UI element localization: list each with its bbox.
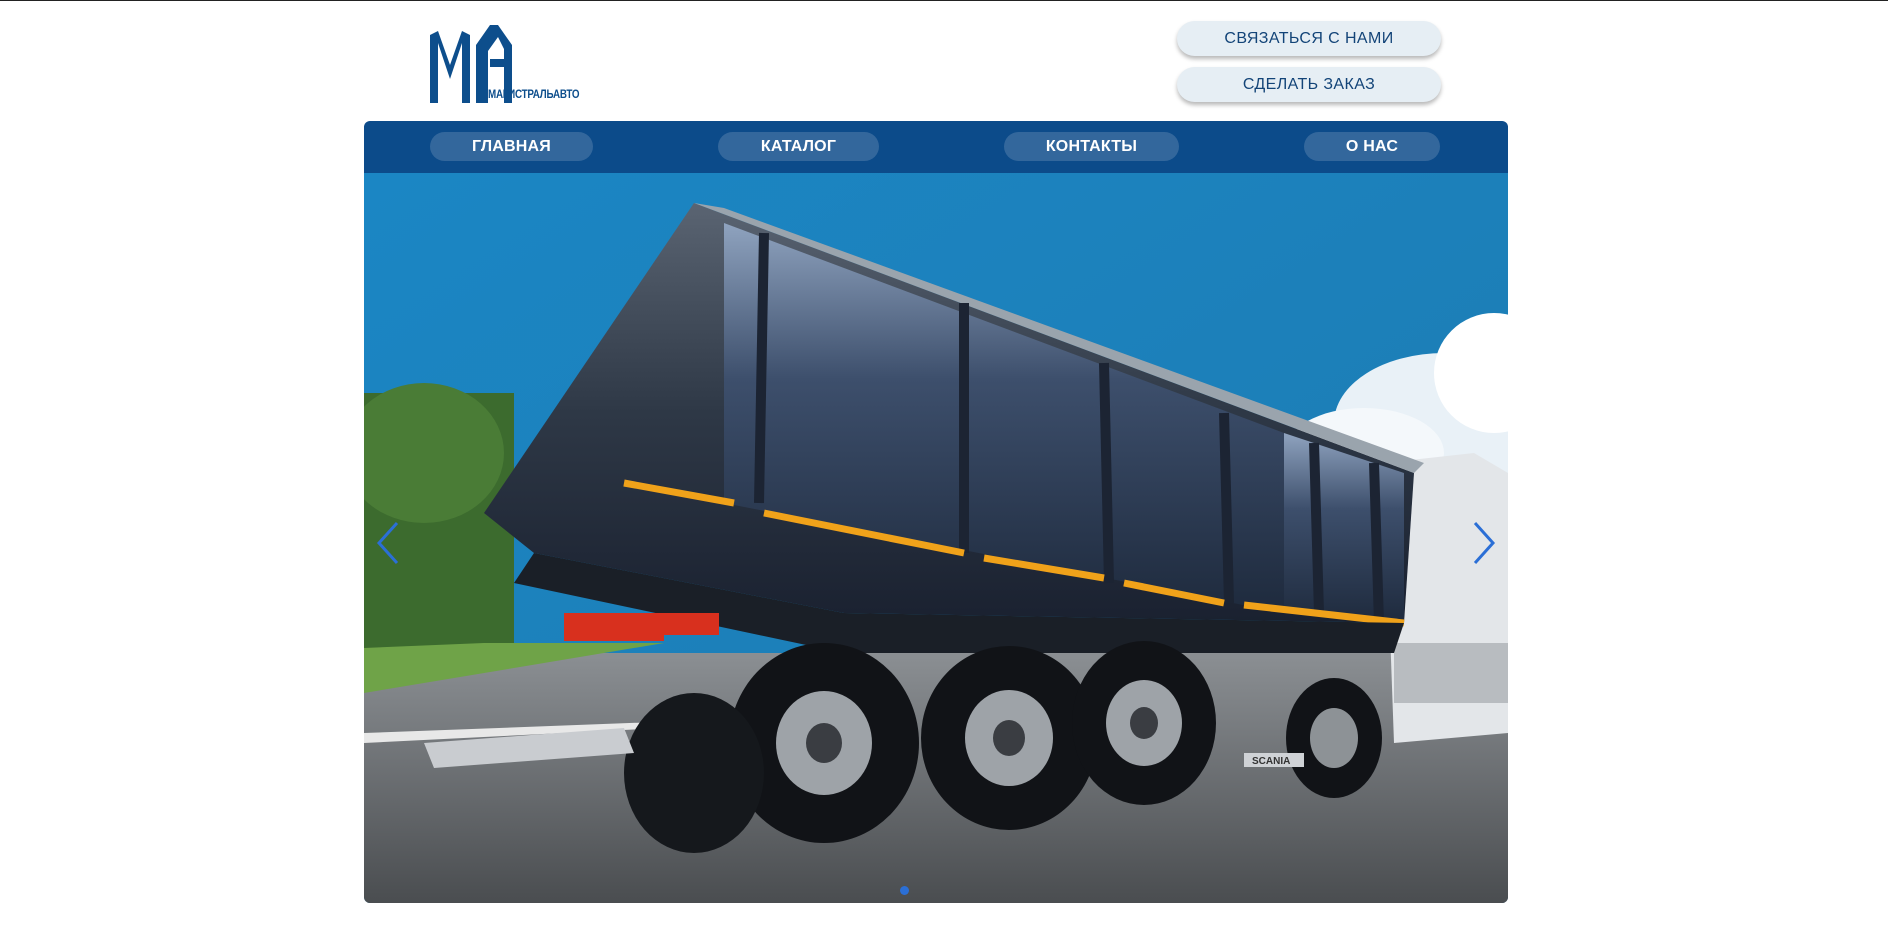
slider-dot-active[interactable] (900, 886, 909, 895)
chevron-right-icon (1473, 521, 1496, 565)
nav-item-catalog[interactable]: КАТАЛОГ (718, 132, 879, 161)
slider-next-button[interactable] (1464, 516, 1504, 570)
chevron-left-icon (376, 521, 399, 565)
nav-item-about[interactable]: О НАС (1304, 132, 1440, 161)
contact-us-button[interactable]: СВЯЗАТЬСЯ С НАМИ (1177, 21, 1441, 56)
place-order-button[interactable]: СДЕЛАТЬ ЗАКАЗ (1177, 67, 1441, 102)
truck-trailer-image: SCANIA (364, 173, 1508, 903)
nav-item-contacts[interactable]: КОНТАКТЫ (1004, 132, 1179, 161)
slider-prev-button[interactable] (368, 516, 408, 570)
scania-label: SCANIA (1252, 756, 1290, 767)
nav-item-home[interactable]: ГЛАВНАЯ (430, 132, 593, 161)
hero-slider[interactable]: SCANIA (364, 173, 1508, 903)
logo-wordmark: МАГИСТРАЛЬАВТО (488, 87, 580, 101)
main-nav: ГЛАВНАЯ КАТАЛОГ КОНТАКТЫ О НАС (364, 121, 1508, 173)
